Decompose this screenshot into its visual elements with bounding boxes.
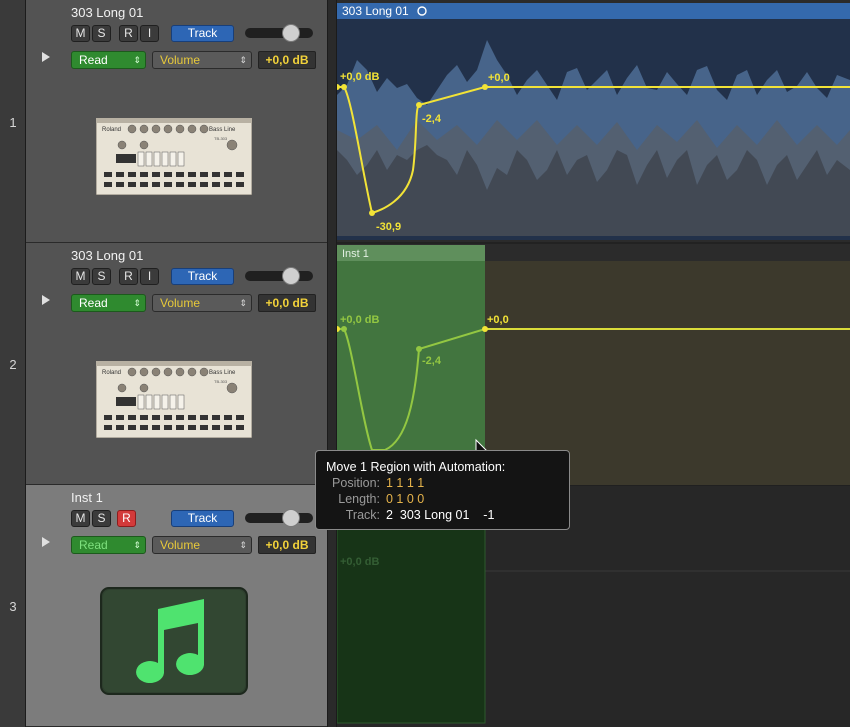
tooltip-length-value: 0 1 0 0 [386, 492, 425, 506]
solo-button[interactable]: S [92, 510, 111, 527]
automation-label: -2,4 [422, 113, 442, 125]
fader-knob[interactable] [282, 267, 300, 285]
tb303-synth-icon: Roland Bass Line TB-303 [96, 361, 252, 438]
disclosure-triangle-icon[interactable] [42, 295, 50, 305]
select-arrows-icon: ⇕ [133, 540, 141, 550]
tooltip-track-value: 2 303 Long 01 -1 [386, 508, 495, 522]
disclosure-triangle-icon[interactable] [42, 537, 50, 547]
select-arrows-icon: ⇕ [133, 55, 141, 65]
automation-label: +0,0 dB [340, 556, 379, 568]
track-name[interactable]: 303 Long 01 [71, 5, 143, 20]
synth-model-label: TB-303 [214, 379, 228, 384]
automation-label: -2,4 [422, 355, 442, 367]
automation-label: +0,0 [488, 72, 510, 84]
track-number: 3 [9, 599, 17, 614]
tb303-synth-icon: Roland Bass Line TB-303 [96, 118, 252, 195]
track-number-column: 1 2 3 [0, 0, 26, 727]
input-monitor-button[interactable]: I [140, 268, 159, 285]
midi-region[interactable]: Inst 1 [337, 245, 485, 485]
track-name[interactable]: Inst 1 [71, 490, 103, 505]
tooltip-position-label: Position: [332, 476, 380, 490]
audio-region[interactable]: 303 Long 01 +0,0 dB -30,9 -2,4 +0,0 [337, 3, 850, 240]
track-header-2[interactable]: 303 Long 01 M S R I Track Read ⇕ Volume ⇕ … [26, 243, 327, 485]
mute-button[interactable]: M [71, 268, 90, 285]
synth-brand-label: Roland [102, 370, 121, 376]
track-number: 1 [9, 115, 17, 130]
track-automation-button[interactable]: Track [171, 268, 234, 285]
automation-label: +0,0 dB [340, 71, 379, 83]
music-note-icon [100, 587, 248, 695]
synth-model-label: TB-303 [214, 136, 228, 141]
synth-brand-label: Roland [102, 127, 121, 133]
tooltip-track-label: Track: [345, 508, 380, 522]
automation-value-field[interactable]: +0,0 dB [258, 51, 316, 69]
automation-value-field[interactable]: +0,0 dB [258, 294, 316, 312]
tracks-area[interactable]: 303 Long 01 +0,0 dB -30,9 -2,4 +0,0 Inst… [337, 0, 850, 727]
tooltip-title: Move 1 Region with Automation: [326, 460, 506, 474]
fader-knob[interactable] [282, 24, 300, 42]
input-monitor-button[interactable]: I [140, 25, 159, 42]
drag-help-tooltip: Move 1 Region with Automation: Position:… [315, 450, 570, 530]
select-arrows-icon: ⇕ [133, 298, 141, 308]
automation-label: -30,9 [376, 221, 401, 233]
mute-button[interactable]: M [71, 510, 90, 527]
disclosure-triangle-icon[interactable] [42, 52, 50, 62]
track-name[interactable]: 303 Long 01 [71, 248, 143, 263]
record-enable-button[interactable]: R [119, 268, 138, 285]
region-name: 303 Long 01 [342, 4, 409, 18]
synth-series-label: Bass Line [209, 370, 236, 376]
tooltip-length-label: Length: [338, 492, 380, 506]
automation-value-field[interactable]: +0,0 dB [258, 536, 316, 554]
select-arrows-icon: ⇕ [239, 298, 247, 308]
track-header-3[interactable]: Inst 1 M S R Track Read ⇕ Volume ⇕ +0,0 dB [26, 485, 327, 727]
volume-fader[interactable] [245, 267, 313, 285]
volume-fader[interactable] [245, 24, 313, 42]
synth-series-label: Bass Line [209, 127, 236, 133]
tooltip-position-value: 1 1 1 1 [386, 476, 425, 490]
automation-parameter-select[interactable]: Volume ⇕ [152, 536, 252, 554]
header-divider[interactable] [327, 0, 337, 727]
solo-button[interactable]: S [92, 268, 111, 285]
automation-parameter-select[interactable]: Volume ⇕ [152, 51, 252, 69]
automation-mode-select[interactable]: Read ⇕ [71, 294, 146, 312]
select-arrows-icon: ⇕ [239, 540, 247, 550]
track-number: 2 [9, 357, 17, 372]
select-arrows-icon: ⇕ [239, 55, 247, 65]
solo-button[interactable]: S [92, 25, 111, 42]
fader-knob[interactable] [282, 509, 300, 527]
record-enable-button[interactable]: R [117, 510, 136, 527]
track-automation-button[interactable]: Track [171, 25, 234, 42]
automation-mode-select[interactable]: Read ⇕ [71, 536, 146, 554]
automation-label: +0,0 [487, 314, 509, 326]
automation-mode-select[interactable]: Read ⇕ [71, 51, 146, 69]
region-name: Inst 1 [342, 248, 369, 260]
record-enable-button[interactable]: R [119, 25, 138, 42]
automation-label: +0,0 dB [340, 314, 379, 326]
track-automation-button[interactable]: Track [171, 510, 234, 527]
automation-parameter-select[interactable]: Volume ⇕ [152, 294, 252, 312]
track-header-1[interactable]: 303 Long 01 M S R I Track Read ⇕ Volume ⇕ … [26, 0, 327, 243]
mute-button[interactable]: M [71, 25, 90, 42]
